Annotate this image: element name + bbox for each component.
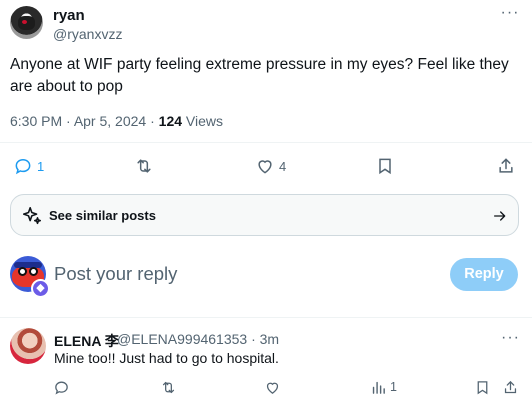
reply-icon (15, 158, 31, 175)
post-date[interactable]: Apr 5, 2024 (74, 113, 146, 129)
post-header: ryan @ryanxvzz ··· (10, 4, 522, 44)
reply-count: 1 (37, 158, 45, 174)
meta-separator: · (150, 113, 159, 129)
comment-text: Mine too!! Just had to go to hospital. (54, 350, 279, 366)
heart-icon (258, 160, 272, 174)
post-time[interactable]: 6:30 PM (10, 113, 62, 129)
comment-like-button[interactable] (264, 378, 281, 396)
like-button[interactable]: 4 (255, 156, 286, 176)
like-count: 4 (279, 158, 287, 174)
ethereum-icon: ◆ (31, 279, 50, 298)
heart-icon (266, 382, 279, 394)
comment-retweet-button[interactable] (160, 378, 177, 396)
bookmark-button[interactable] (375, 156, 395, 176)
reply-icon (55, 381, 68, 394)
reply-input[interactable]: Post your reply (54, 263, 177, 285)
views-count: 124 (158, 113, 183, 129)
comment-bookmark-button[interactable] (474, 378, 491, 396)
share-icon (499, 158, 513, 173)
commenter-avatar[interactable] (10, 328, 46, 364)
bookmark-icon (379, 158, 391, 175)
author-avatar[interactable] (10, 6, 43, 39)
arrow-right-icon (494, 211, 506, 221)
see-similar-posts-button[interactable]: See similar posts (10, 194, 519, 236)
post-meta: 6:30 PM · Apr 5, 2024 · 124 Views (10, 113, 223, 129)
author-name[interactable]: ryan (53, 7, 85, 24)
reply-submit-button[interactable]: Reply (450, 258, 518, 291)
comment-item[interactable]: ELENA 李 @ELENA999461353 · 3m ··· Mine to… (0, 318, 532, 411)
retweet-icon (137, 159, 151, 173)
comment-more-button[interactable]: ··· (501, 329, 520, 347)
comment-views-button[interactable]: 1 (370, 378, 397, 396)
share-icon (504, 380, 517, 393)
views-label: Views (185, 113, 223, 129)
action-bar: 1 4 (0, 153, 532, 179)
views-icon (372, 381, 385, 394)
sparkle-icon (22, 206, 42, 225)
post-text: Anyone at WIF party feeling extreme pres… (10, 56, 509, 95)
comment-views-count: 1 (390, 380, 397, 394)
author-handle[interactable]: @ryanxvzz (53, 26, 122, 42)
reply-button[interactable]: 1 (13, 156, 44, 176)
commenter-name[interactable]: ELENA 李 (54, 331, 119, 351)
divider (0, 142, 532, 143)
retweet-button[interactable] (134, 156, 154, 176)
comment-share-button[interactable] (502, 378, 519, 396)
share-button[interactable] (496, 156, 516, 176)
retweet-icon (162, 381, 175, 393)
meta-separator: · (66, 113, 74, 129)
bookmark-icon (477, 380, 488, 394)
more-options-button[interactable]: ··· (500, 5, 520, 22)
comment-reply-button[interactable] (53, 378, 70, 396)
commenter-handle-time[interactable]: @ELENA999461353 · 3m (117, 331, 279, 347)
comment-action-bar: 1 (0, 378, 532, 400)
see-similar-posts-label: See similar posts (49, 208, 156, 223)
